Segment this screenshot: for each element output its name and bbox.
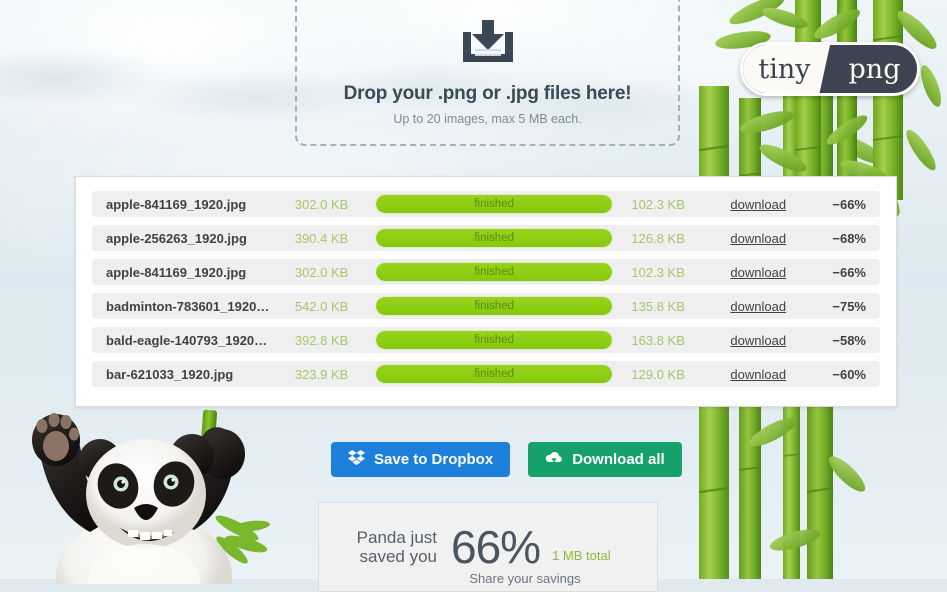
original-size: 323.9 KB <box>294 366 349 382</box>
savings-lead-line2: saved you <box>359 547 438 566</box>
compressed-size: 135.8 KB <box>631 298 685 314</box>
progress-bar: finished <box>374 296 614 316</box>
cloud-download-icon <box>545 451 563 469</box>
file-name: bald-eagle-140793_1920… <box>106 332 268 348</box>
savings-percent-cell: −66% <box>832 264 866 280</box>
download-link[interactable]: download <box>706 231 811 246</box>
file-name: badminton-783601_1920… <box>106 298 270 314</box>
download-link[interactable]: download <box>706 197 811 212</box>
download-tray-icon <box>460 20 516 69</box>
compressed-size: 102.3 KB <box>631 196 685 212</box>
tinypng-logo[interactable]: tiny png <box>740 42 920 96</box>
original-size: 542.0 KB <box>294 298 349 314</box>
original-size: 390.4 KB <box>294 230 349 246</box>
compressed-size: 126.8 KB <box>631 230 685 246</box>
savings-percent-cell: −75% <box>832 298 866 314</box>
file-name: apple-841169_1920.jpg <box>106 196 247 212</box>
dropzone-title: Drop your .png or .jpg files here! <box>343 83 632 104</box>
file-list-panel: apple-841169_1920.jpg 302.0 KB finished 102… <box>75 176 897 407</box>
original-size: 302.0 KB <box>294 264 349 280</box>
dropbox-icon <box>348 450 365 469</box>
download-link[interactable]: download <box>706 367 811 382</box>
progress-bar: finished <box>374 330 614 350</box>
savings-lead-text: Panda just saved you <box>345 528 437 566</box>
table-row: bar-621033_1920.jpg 323.9 KB finished 129.0… <box>92 361 880 387</box>
progress-bar: finished <box>374 262 614 282</box>
action-button-group: Save to Dropbox Download all <box>331 442 682 477</box>
download-all-button[interactable]: Download all <box>528 442 682 477</box>
progress-bar: finished <box>374 364 614 384</box>
table-row: apple-256263_1920.jpg 390.4 KB finished 126… <box>92 225 880 251</box>
download-link[interactable]: download <box>706 299 811 314</box>
file-name: bar-621033_1920.jpg <box>106 366 234 382</box>
progress-status: finished <box>474 334 514 346</box>
compressed-size: 102.3 KB <box>631 264 685 280</box>
table-row: apple-841169_1920.jpg 302.0 KB finished 102… <box>92 259 880 285</box>
file-name: apple-256263_1920.jpg <box>106 230 247 246</box>
progress-bar: finished <box>374 228 614 248</box>
table-row: badminton-783601_1920… 542.0 KB finished 13… <box>92 293 880 319</box>
savings-percent-cell: −66% <box>832 196 866 212</box>
compressed-size: 163.8 KB <box>631 332 685 348</box>
progress-status: finished <box>474 198 514 210</box>
progress-status: finished <box>474 266 514 278</box>
original-size: 392.8 KB <box>294 332 349 348</box>
compressed-size: 129.0 KB <box>631 366 685 382</box>
savings-percent-cell: −68% <box>832 230 866 246</box>
table-row: bald-eagle-140793_1920… 392.8 KB finished 1… <box>92 327 880 353</box>
progress-status: finished <box>474 300 514 312</box>
panda-mascot <box>0 404 294 592</box>
logo-text-png: png <box>848 53 901 85</box>
file-dropzone[interactable]: Drop your .png or .jpg files here! Up to… <box>295 0 680 146</box>
savings-percent: 66% <box>451 521 541 573</box>
download-all-label: Download all <box>572 451 665 468</box>
logo-text-tiny: tiny <box>743 45 830 93</box>
savings-percent-cell: −60% <box>832 366 866 382</box>
savings-percent-cell: −58% <box>832 332 866 348</box>
savings-lead-line1: Panda just <box>356 527 437 547</box>
download-link[interactable]: download <box>706 333 811 348</box>
original-size: 302.0 KB <box>294 196 349 212</box>
savings-total-size: 1 MB total <box>552 547 611 563</box>
download-link[interactable]: download <box>706 265 811 280</box>
save-to-dropbox-button[interactable]: Save to Dropbox <box>331 442 511 477</box>
progress-status: finished <box>474 232 514 244</box>
table-row: apple-841169_1920.jpg 302.0 KB finished 102… <box>92 191 880 217</box>
dropzone-subtitle: Up to 20 images, max 5 MB each. <box>393 112 582 126</box>
progress-status: finished <box>474 368 514 380</box>
save-to-dropbox-label: Save to Dropbox <box>374 451 494 468</box>
file-name: apple-841169_1920.jpg <box>106 264 247 280</box>
progress-bar: finished <box>374 194 614 214</box>
